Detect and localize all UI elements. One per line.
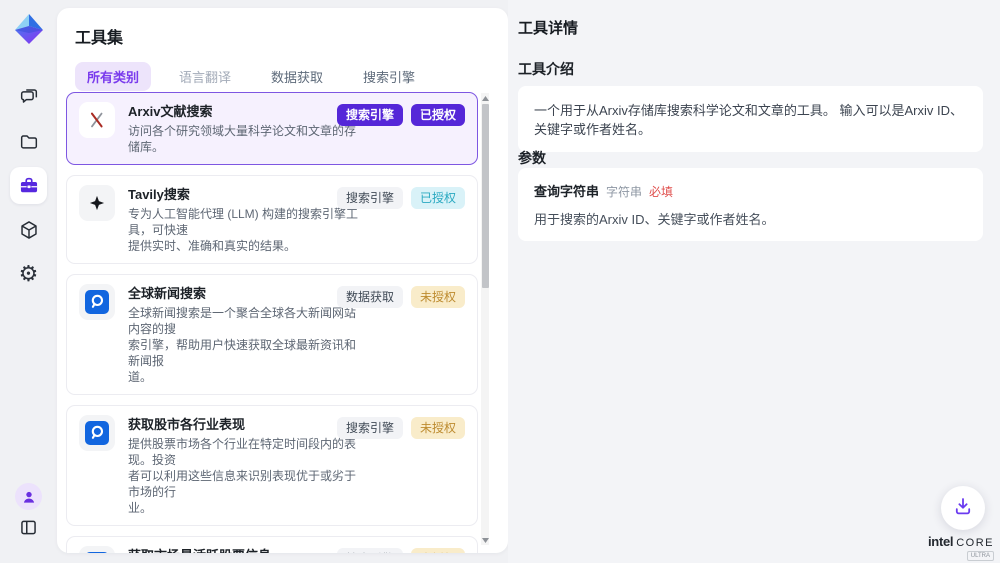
- tool-name: Arxiv文献搜索: [128, 102, 337, 120]
- tool-name: 全球新闻搜索: [128, 284, 337, 302]
- page-title: 工具集: [75, 24, 123, 48]
- user-avatar: [15, 483, 42, 510]
- toolbox-icon: [18, 175, 40, 197]
- sidebar-item-files[interactable]: [0, 131, 57, 153]
- sidebar-item-tools[interactable]: [0, 175, 57, 197]
- tool-card-global-news[interactable]: 全球新闻搜索 全球新闻搜索是一个聚合全球各大新闻网站内容的搜 索引擎，帮助用户快…: [66, 274, 478, 395]
- category-tabs: 所有类别 语言翻译 数据获取 搜索引擎: [75, 62, 427, 91]
- intro-heading: 工具介绍: [518, 59, 574, 79]
- scrollbar-thumb[interactable]: [482, 104, 489, 288]
- download-icon: [952, 495, 974, 522]
- scroll-down-arrow-icon[interactable]: [481, 535, 489, 545]
- brand-ultra-badge: ultra: [967, 551, 994, 561]
- app-logo: [9, 9, 49, 49]
- sidebar-item-models[interactable]: [0, 219, 57, 241]
- sidebar: ⚙: [0, 0, 57, 563]
- param-type: 字符串: [606, 183, 642, 200]
- tool-name: 获取股市各行业表现: [128, 415, 337, 433]
- sidebar-user-avatar[interactable]: [0, 483, 57, 510]
- status-badge: 未授权: [411, 548, 465, 553]
- tool-description: 全球新闻搜索是一个聚合全球各大新闻网站内容的搜 索引擎，帮助用户快速获取全球最新…: [128, 305, 366, 385]
- brand-core-text: core: [956, 537, 994, 549]
- scroll-up-arrow-icon[interactable]: [481, 93, 489, 103]
- panel-toggle-icon: [18, 517, 39, 538]
- tab-data-fetch[interactable]: 数据获取: [259, 62, 335, 91]
- param-description: 用于搜索的Arxiv ID、关键字或作者姓名。: [534, 209, 967, 228]
- tool-intro-text: 一个用于从Arxiv存储库搜索科学论文和文章的工具。 输入可以是Arxiv ID…: [534, 103, 963, 137]
- blue-search-icon: [79, 415, 115, 451]
- tab-all-categories[interactable]: 所有类别: [75, 62, 151, 91]
- sidebar-item-chat[interactable]: [0, 85, 57, 107]
- tool-description: 访问各个研究领域大量科学论文和文章的存储库。: [128, 123, 366, 155]
- list-scrollbar[interactable]: [481, 93, 489, 545]
- tool-card-most-active-stocks[interactable]: 获取市场最活跃股票信息 提供当天交易量最高的股票列表，投资者可以利用这 些信息来…: [66, 536, 478, 553]
- tool-name: 获取市场最活跃股票信息: [128, 546, 337, 553]
- tool-card-sector-performance[interactable]: 获取股市各行业表现 提供股票市场各个行业在特定时间段内的表现。投资 者可以利用这…: [66, 405, 478, 526]
- param-required-flag: 必填: [649, 183, 673, 200]
- detail-title: 工具详情: [518, 17, 578, 38]
- sidebar-panel-toggle[interactable]: [0, 517, 57, 538]
- param-name: 查询字符串: [534, 181, 599, 200]
- folder-icon: [18, 131, 40, 153]
- category-badge: 搜索引擎: [337, 548, 403, 553]
- tool-intro-card: 一个用于从Arxiv存储库搜索科学论文和文章的工具。 输入可以是Arxiv ID…: [518, 86, 983, 152]
- tool-name: Tavily搜索: [128, 185, 337, 203]
- arxiv-icon: [79, 102, 115, 138]
- gear-icon: ⚙: [19, 264, 39, 286]
- tab-search-engine[interactable]: 搜索引擎: [351, 62, 427, 91]
- blue-search-icon: [79, 546, 115, 553]
- tool-list-panel: 工具集 所有类别 语言翻译 数据获取 搜索引擎 Arxiv文献搜索 访问各个研究…: [57, 8, 508, 553]
- status-badge: 未授权: [411, 417, 465, 439]
- sparkle-icon: [79, 185, 115, 221]
- params-heading: 参数: [518, 148, 546, 168]
- tool-description: 专为人工智能代理 (LLM) 构建的搜索引擎工具，可快速 提供实时、准确和真实的…: [128, 206, 366, 254]
- category-badge: 数据获取: [337, 286, 403, 308]
- category-badge: 搜索引擎: [337, 187, 403, 209]
- status-badge: 已授权: [411, 104, 465, 126]
- cube-icon: [18, 219, 40, 241]
- tab-language-translation[interactable]: 语言翻译: [167, 62, 243, 91]
- category-badge: 搜索引擎: [337, 104, 403, 126]
- brand-intel-text: intel: [928, 534, 953, 549]
- tool-card-list: Arxiv文献搜索 访问各个研究领域大量科学论文和文章的存储库。 搜索引擎 已授…: [66, 92, 478, 553]
- tool-card-tavily[interactable]: Tavily搜索 专为人工智能代理 (LLM) 构建的搜索引擎工具，可快速 提供…: [66, 175, 478, 264]
- status-badge: 未授权: [411, 286, 465, 308]
- sidebar-item-settings[interactable]: ⚙: [0, 264, 57, 286]
- tool-card-arxiv[interactable]: Arxiv文献搜索 访问各个研究领域大量科学论文和文章的存储库。 搜索引擎 已授…: [66, 92, 478, 165]
- parameter-card: 查询字符串 字符串 必填 用于搜索的Arxiv ID、关键字或作者姓名。: [518, 168, 983, 241]
- status-badge: 已授权: [411, 187, 465, 209]
- blue-search-icon: [79, 284, 115, 320]
- intel-core-logo: intel core ultra: [928, 534, 994, 561]
- category-badge: 搜索引擎: [337, 417, 403, 439]
- tool-detail-panel: 工具详情 工具介绍 一个用于从Arxiv存储库搜索科学论文和文章的工具。 输入可…: [508, 0, 1000, 563]
- chat-icon: [18, 85, 40, 107]
- download-button[interactable]: [941, 486, 985, 530]
- tool-description: 提供股票市场各个行业在特定时间段内的表现。投资 者可以利用这些信息来识别表现优于…: [128, 436, 366, 516]
